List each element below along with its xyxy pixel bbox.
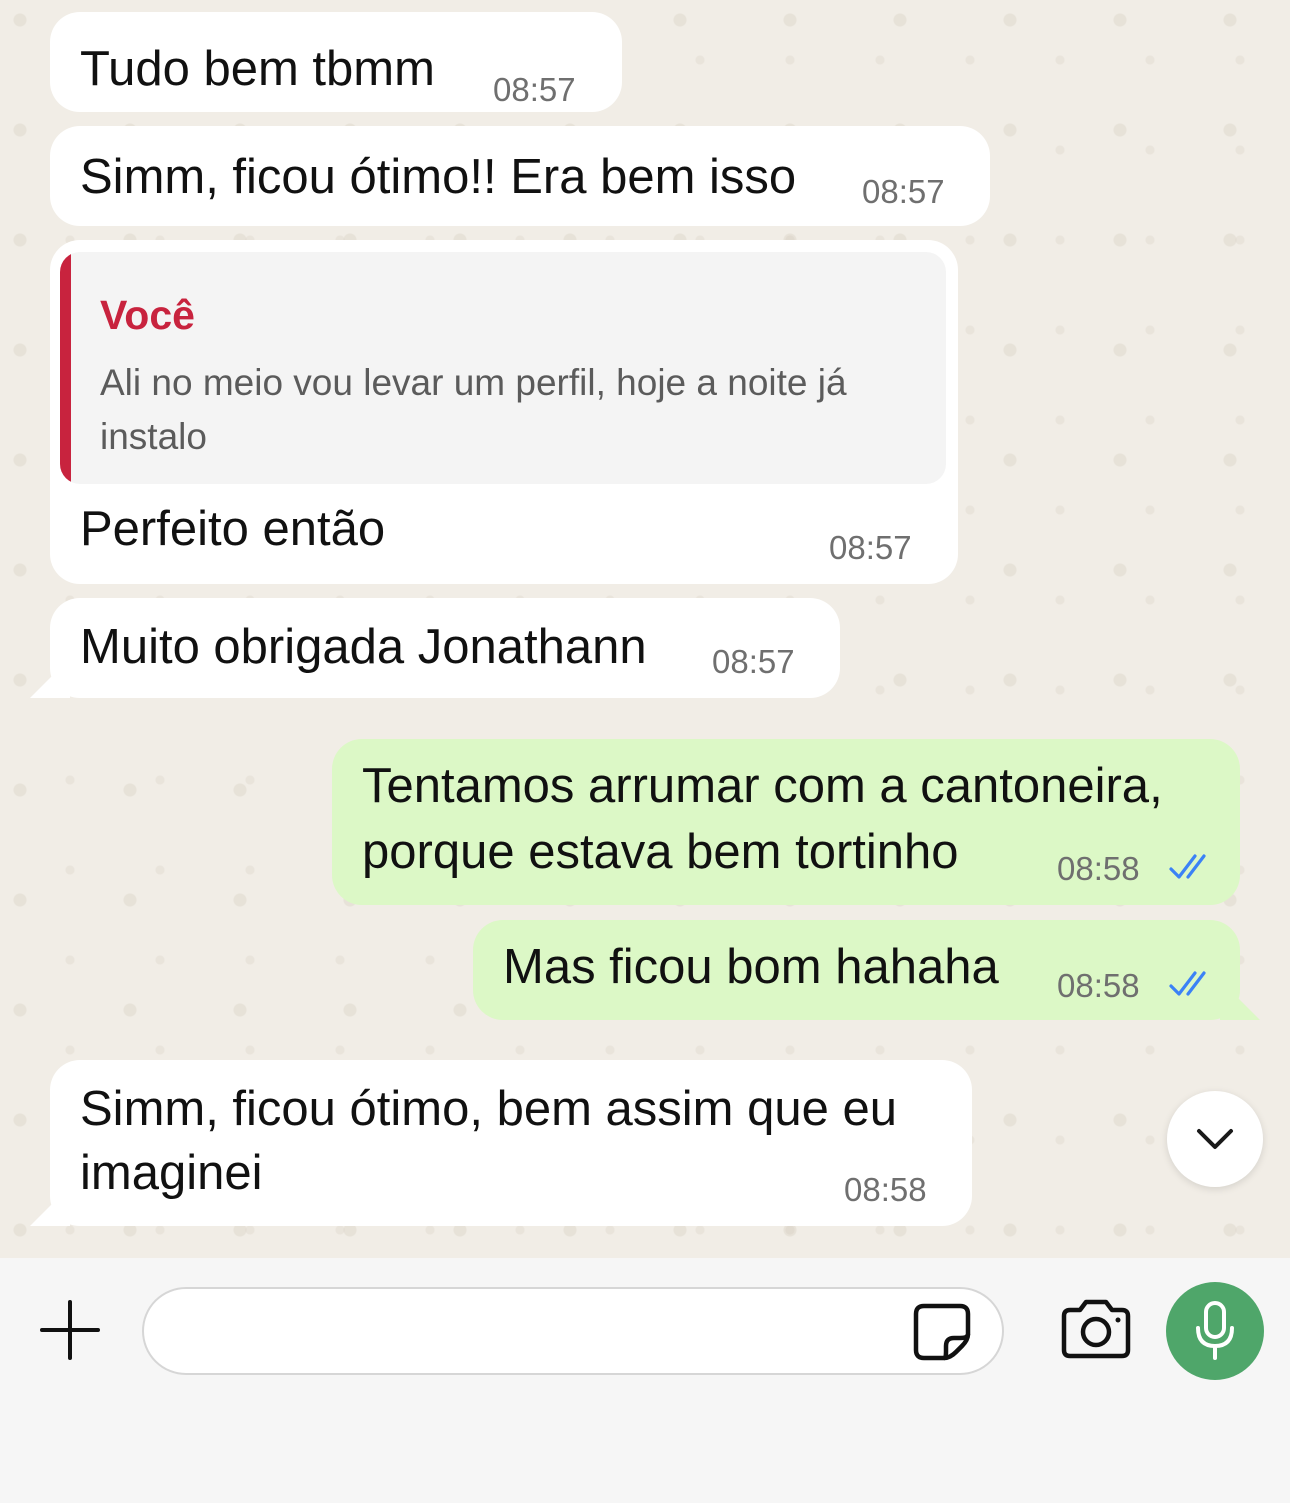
quote-accent-bar [60,252,71,484]
message-text-line: porque estava bem tortinho [362,825,959,879]
message-bubble-incoming[interactable]: Muito obrigada Jonathann 08:57 [50,598,840,698]
message-bubble-incoming[interactable]: Tudo bem tbmm 08:57 [50,12,622,112]
read-ticks-icon [1169,971,1206,996]
message-text: Tudo bem tbmm [80,42,435,96]
message-time: 08:57 [862,173,945,210]
plus-icon[interactable] [38,1298,102,1362]
message-text: Muito obrigada Jonathann [80,620,647,674]
read-ticks-icon [1169,854,1206,879]
message-input[interactable] [142,1287,1004,1375]
message-time: 08:58 [844,1171,927,1208]
message-bubble-reply[interactable]: Você Ali no meio vou levar um perfil, ho… [50,240,958,584]
message-time: 08:57 [829,529,912,566]
bubble-tail [1220,980,1260,1020]
message-bubble-incoming[interactable]: Simm, ficou ótimo!! Era bem isso 08:57 [50,126,990,226]
camera-icon[interactable] [1058,1298,1134,1362]
voice-record-button[interactable] [1166,1282,1264,1380]
message-text-line: Simm, ficou ótimo, bem assim que eu [80,1082,897,1136]
message-time: 08:58 [1057,967,1140,1004]
microphone-icon [1196,1301,1234,1360]
chevron-down-icon [1197,1129,1233,1149]
message-bubble-outgoing[interactable]: Tentamos arrumar com a cantoneira, porqu… [332,739,1240,905]
message-time: 08:58 [1057,850,1140,887]
message-text: Simm, ficou ótimo!! Era bem isso [80,150,797,204]
message-time: 08:57 [493,71,576,108]
sticker-icon[interactable] [910,1300,974,1364]
scroll-to-bottom-button[interactable] [1167,1091,1263,1187]
message-text-line: Tentamos arrumar com a cantoneira, [362,759,1163,813]
message-text-line: imaginei [80,1146,263,1200]
message-text: Perfeito então [80,502,386,556]
quote-text: Ali no meio vou levar um perfil, hoje a … [100,362,847,457]
quoted-message[interactable]: Você Ali no meio vou levar um perfil, ho… [60,252,946,484]
chat-area[interactable]: Tudo bem tbmm 08:57 Simm, ficou ótimo!! … [0,0,1290,1258]
message-time: 08:57 [712,643,795,680]
message-bubble-incoming[interactable]: Simm, ficou ótimo, bem assim que eu imag… [50,1060,972,1226]
message-text: Mas ficou bom hahaha [503,940,999,994]
quote-author: Você [100,292,195,338]
message-bubble-outgoing[interactable]: Mas ficou bom hahaha 08:58 [473,920,1240,1020]
